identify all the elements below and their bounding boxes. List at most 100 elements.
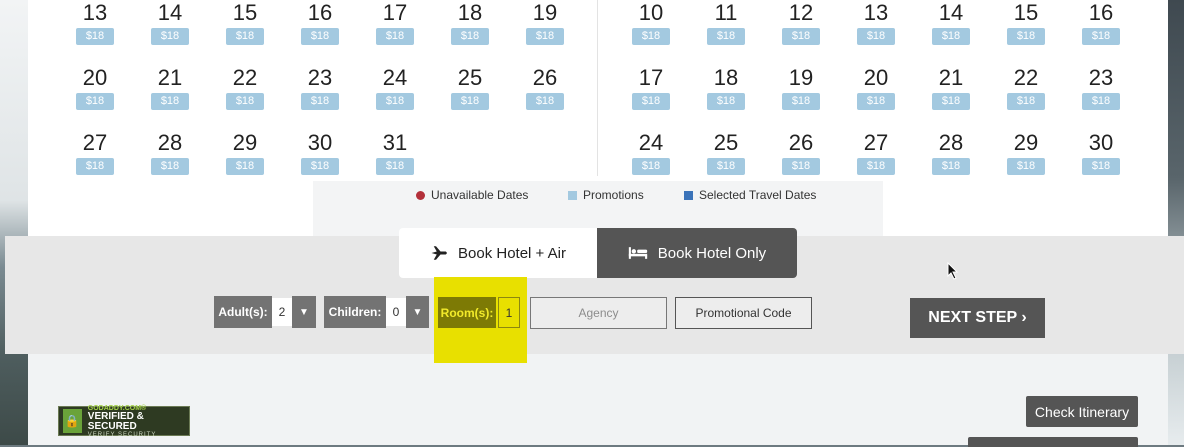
day-price-badge: $18 <box>707 93 745 110</box>
day-number: 16 <box>307 0 333 25</box>
day-number: 17 <box>638 65 664 90</box>
children-select[interactable]: 0 <box>386 298 406 326</box>
calendar-day[interactable]: 15 $18 <box>989 0 1063 45</box>
calendar-day[interactable]: 28 $18 <box>133 130 207 175</box>
calendar-day[interactable]: 23 $18 <box>1064 65 1138 110</box>
secondary-button-partial[interactable] <box>968 437 1138 447</box>
check-itinerary-button[interactable]: Check Itinerary <box>1026 396 1138 427</box>
day-number: 19 <box>532 0 558 25</box>
calendar-day[interactable]: 20 $18 <box>839 65 913 110</box>
day-price-badge: $18 <box>1007 93 1045 110</box>
calendar-day[interactable]: 28 $18 <box>914 130 988 175</box>
day-price-badge: $18 <box>932 158 970 175</box>
calendar-day[interactable]: 27 $18 <box>839 130 913 175</box>
day-number: 25 <box>457 65 483 90</box>
calendar-day[interactable]: 27 $18 <box>58 130 132 175</box>
calendar-day[interactable]: 22 $18 <box>208 65 282 110</box>
day-number: 10 <box>638 0 664 25</box>
calendar-day[interactable]: 17 $18 <box>358 0 432 45</box>
calendar-day[interactable]: 29 $18 <box>989 130 1063 175</box>
day-price-badge: $18 <box>76 28 114 45</box>
calendar-day[interactable]: 13 $18 <box>839 0 913 45</box>
day-price-badge: $18 <box>151 93 189 110</box>
calendar-day[interactable]: 23 $18 <box>283 65 357 110</box>
agency-input[interactable]: Agency <box>530 297 667 329</box>
rooms-select[interactable]: 1 <box>498 297 520 328</box>
calendar-day[interactable]: 26 $18 <box>764 130 838 175</box>
day-number: 20 <box>863 65 889 90</box>
legend-promotions: Promotions <box>568 188 644 202</box>
day-price-badge: $18 <box>707 28 745 45</box>
day-number: 23 <box>1088 65 1114 90</box>
day-price-badge: $18 <box>932 93 970 110</box>
calendar-day[interactable]: 21 $18 <box>133 65 207 110</box>
day-price-badge: $18 <box>1007 158 1045 175</box>
day-price-badge: $18 <box>632 93 670 110</box>
calendar-day[interactable]: 26 $18 <box>508 65 582 110</box>
day-number: 18 <box>457 0 483 25</box>
day-number: 28 <box>157 130 183 155</box>
legend-selected-label: Selected Travel Dates <box>699 188 817 202</box>
calendar-day[interactable]: 21 $18 <box>914 65 988 110</box>
day-price-badge: $18 <box>782 158 820 175</box>
calendar-day[interactable]: 24 $18 <box>614 130 688 175</box>
calendar-day[interactable]: 16 $18 <box>1064 0 1138 45</box>
calendar-day[interactable]: 25 $18 <box>689 130 763 175</box>
day-price-badge: $18 <box>76 158 114 175</box>
day-price-badge: $18 <box>376 28 414 45</box>
day-number: 12 <box>788 0 814 25</box>
calendar-day[interactable]: 14 $18 <box>914 0 988 45</box>
godaddy-verified-seal[interactable]: 🔒 GODADDY.COM® VERIFIED & SECURED VERIFY… <box>58 405 190 438</box>
day-price-badge: $18 <box>151 158 189 175</box>
day-price-badge: $18 <box>376 93 414 110</box>
calendar-day[interactable]: 18 $18 <box>433 0 507 45</box>
day-number: 24 <box>382 65 408 90</box>
calendar-day[interactable]: 19 $18 <box>508 0 582 45</box>
mouse-cursor-icon <box>947 262 959 280</box>
calendar-day[interactable]: 11 $18 <box>689 0 763 45</box>
calendar-day[interactable]: 31 $18 <box>358 130 432 175</box>
legend-unavailable: Unavailable Dates <box>416 188 528 202</box>
calendar-day[interactable]: 14 $18 <box>133 0 207 45</box>
calendar-day[interactable]: 12 $18 <box>764 0 838 45</box>
day-price-badge: $18 <box>1082 28 1120 45</box>
calendar-day[interactable]: 22 $18 <box>989 65 1063 110</box>
day-number: 26 <box>532 65 558 90</box>
selected-square-icon <box>684 190 693 200</box>
day-number: 21 <box>938 65 964 90</box>
day-price-badge: $18 <box>301 93 339 110</box>
calendar-day[interactable]: 20 $18 <box>58 65 132 110</box>
calendar-day[interactable]: 10 $18 <box>614 0 688 45</box>
day-price-badge: $18 <box>1082 158 1120 175</box>
calendar-day[interactable]: 24 $18 <box>358 65 432 110</box>
calendar-day[interactable]: 30 $18 <box>1064 130 1138 175</box>
day-price-badge: $18 <box>526 93 564 110</box>
day-number: 26 <box>788 130 814 155</box>
calendar-day[interactable]: 13 $18 <box>58 0 132 45</box>
calendar-day[interactable]: 29 $18 <box>208 130 282 175</box>
children-dropdown-button[interactable]: ▼ <box>406 296 429 328</box>
calendar-day[interactable]: 15 $18 <box>208 0 282 45</box>
next-step-button[interactable]: NEXT STEP › <box>910 298 1045 338</box>
unavailable-dot-icon <box>416 190 425 200</box>
plane-icon <box>431 246 447 260</box>
promotional-code-button[interactable]: Promotional Code <box>675 297 812 329</box>
day-number: 14 <box>938 0 964 25</box>
calendar-day[interactable]: 25 $18 <box>433 65 507 110</box>
day-number: 11 <box>714 0 738 25</box>
day-price-badge: $18 <box>782 28 820 45</box>
promotions-square-icon <box>568 190 577 200</box>
calendar-day[interactable]: 19 $18 <box>764 65 838 110</box>
seal-bottom-text: VERIFY SECURITY <box>87 431 157 438</box>
calendar-day[interactable]: 16 $18 <box>283 0 357 45</box>
day-price-badge: $18 <box>226 93 264 110</box>
adults-dropdown-button[interactable]: ▼ <box>292 296 316 328</box>
calendar-day[interactable]: 30 $18 <box>283 130 357 175</box>
chevron-down-icon: ▼ <box>299 306 309 318</box>
tab-book-hotel-only[interactable]: Book Hotel Only <box>597 228 797 278</box>
adults-label: Adult(s): <box>214 296 272 328</box>
tab-book-hotel-air[interactable]: Book Hotel + Air <box>399 228 597 278</box>
calendar-day[interactable]: 17 $18 <box>614 65 688 110</box>
adults-select[interactable]: 2 <box>272 298 292 326</box>
calendar-day[interactable]: 18 $18 <box>689 65 763 110</box>
